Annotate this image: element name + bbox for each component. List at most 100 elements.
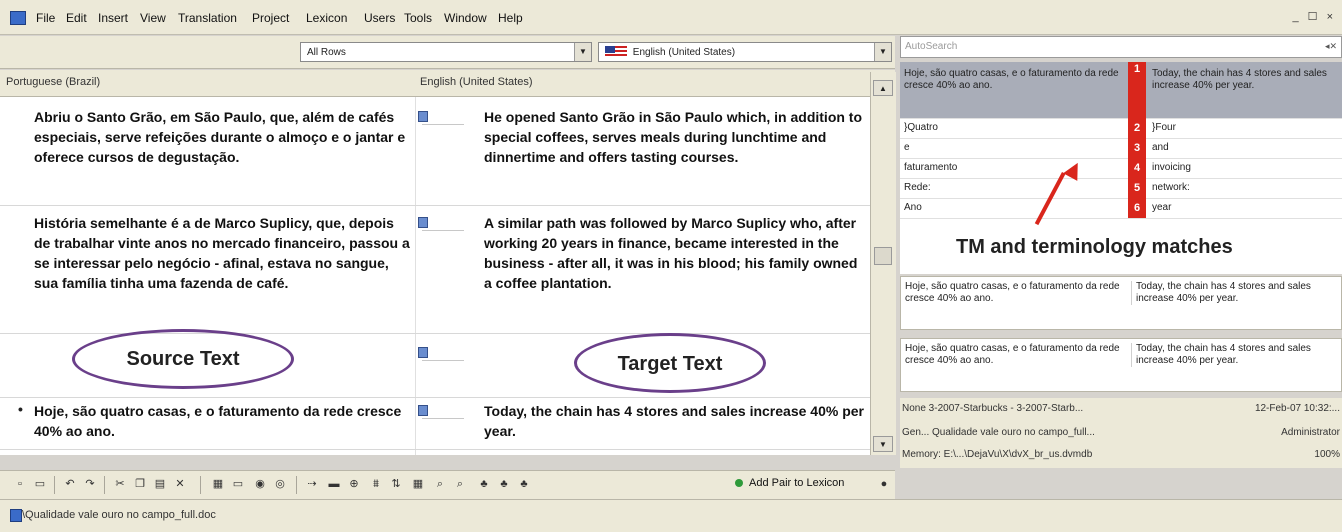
tm-match-row[interactable]: Hoje, são quatro casas, e o faturamento … (900, 62, 1342, 119)
scroll-thumb[interactable] (874, 247, 892, 265)
menu-project[interactable]: Project (252, 11, 289, 25)
current-row-marker: • (18, 401, 23, 417)
close-icon[interactable]: ◂✕ (1325, 41, 1337, 52)
toolbar-separator (104, 476, 105, 494)
autosearch-bar[interactable]: AutoSearch ◂✕ (900, 36, 1342, 58)
menu-lexicon[interactable]: Lexicon (306, 11, 347, 25)
lexicon-edit-icon[interactable]: ♣ (516, 476, 532, 492)
menu-file[interactable]: File (36, 11, 55, 25)
tm-number: 1 (1128, 62, 1146, 118)
concordance-source: Hoje, são quatro casas, e o faturamento … (905, 343, 1120, 366)
info-right: 100% (1314, 449, 1340, 460)
chevron-down-icon[interactable]: ▼ (874, 43, 891, 61)
grid-scrollbar[interactable]: ▲ ▼ (870, 72, 896, 455)
us-flag-icon (605, 46, 627, 59)
grid-icon[interactable]: ▦ (410, 476, 426, 492)
paste-icon[interactable]: ▤ (152, 476, 168, 492)
tm-number: 2 (1128, 118, 1146, 138)
scroll-up-icon[interactable]: ▲ (873, 80, 893, 96)
segment-info-panel: None 3-2007-Starbucks - 3-2007-Starb... … (900, 398, 1342, 468)
zoom-out-icon[interactable]: ⌕ (452, 476, 468, 492)
copy-icon[interactable]: ❐ (132, 476, 148, 492)
rows-filter-select[interactable]: All Rows ▼ (300, 42, 592, 62)
language-select[interactable]: English (United States) ▼ (598, 42, 892, 62)
target-cell[interactable]: A similar path was followed by Marco Sup… (484, 213, 864, 293)
sort-icon[interactable]: ⇅ (388, 476, 404, 492)
add-icon (735, 479, 743, 488)
find-icon[interactable]: ◉ (252, 476, 268, 492)
delete-icon[interactable]: ✕ (172, 476, 188, 492)
tm-source: }Quatro (904, 122, 938, 133)
tm-match-row[interactable]: faturamento 4 invoicing (900, 158, 1342, 179)
tm-match-row[interactable]: e 3 and (900, 138, 1342, 159)
open-icon[interactable]: ▭ (32, 476, 48, 492)
concordance-panel[interactable]: Hoje, são quatro casas, e o faturamento … (900, 276, 1342, 330)
source-cell[interactable]: História semelhante é a de Marco Suplicy… (34, 213, 414, 293)
zoom-in-icon[interactable]: ⌕ (432, 476, 448, 492)
source-text-label: Source Text (126, 348, 240, 370)
target-column-header[interactable]: English (United States) (420, 76, 533, 88)
tm-match-row[interactable]: Rede: 5 network: (900, 178, 1342, 199)
info-left: None 3-2007-Starbucks - 3-2007-Starb... (902, 403, 1084, 414)
undo-icon[interactable]: ↶ (62, 476, 78, 492)
menu-help[interactable]: Help (498, 11, 523, 25)
table-row[interactable]: História semelhante é a de Marco Suplicy… (0, 205, 870, 334)
info-row: None 3-2007-Starbucks - 3-2007-Starb... … (902, 400, 1340, 418)
segment-icon[interactable] (418, 217, 464, 231)
menu-users[interactable]: Users (364, 11, 395, 25)
menu-translation[interactable]: Translation (178, 11, 237, 25)
status-file-path: \Qualidade vale ouro no campo_full.doc (22, 509, 216, 521)
rows-filter-value: All Rows (307, 47, 346, 58)
properties-icon[interactable]: ▦ (210, 476, 226, 492)
merge-icon[interactable]: ⊕ (346, 476, 362, 492)
tm-source: e (904, 142, 910, 153)
folder-icon[interactable]: ▭ (230, 476, 246, 492)
tm-number: 6 (1128, 198, 1146, 218)
new-icon[interactable]: ▫ (12, 476, 28, 492)
menu-view[interactable]: View (140, 11, 166, 25)
segment-icon[interactable] (418, 347, 464, 361)
find-next-icon[interactable]: ◎ (272, 476, 288, 492)
menu-window[interactable]: Window (444, 11, 487, 25)
insert-row-icon[interactable]: ▬ (326, 476, 342, 492)
source-cell[interactable]: Abriu o Santo Grão, em São Paulo, que, a… (34, 107, 414, 167)
tm-match-row[interactable]: }Quatro 2 }Four (900, 118, 1342, 139)
tm-source: Ano (904, 202, 922, 213)
target-cell[interactable]: He opened Santo Grão in São Paulo which,… (484, 107, 864, 167)
app-icon[interactable] (10, 11, 26, 25)
menu-bar: File Edit Insert View Translation Projec… (0, 0, 1342, 35)
pretranslate-icon[interactable]: ⇢ (304, 476, 320, 492)
cut-icon[interactable]: ✂ (112, 476, 128, 492)
info-right: Administrator (1281, 427, 1340, 438)
toolbar-more-icon[interactable]: ● (876, 476, 892, 492)
lexicon-add-icon[interactable]: ♣ (496, 476, 512, 492)
menu-insert[interactable]: Insert (98, 11, 128, 25)
tm-source: Hoje, são quatro casas, e o faturamento … (904, 68, 1119, 91)
window-controls[interactable]: _ ☐ × (1292, 10, 1336, 23)
filter-icon[interactable]: ⩩ (368, 476, 384, 492)
toolbar-separator (296, 476, 297, 494)
tm-source: faturamento (904, 162, 958, 173)
scroll-down-icon[interactable]: ▼ (873, 436, 893, 452)
menu-tools[interactable]: Tools (404, 11, 432, 25)
redo-icon[interactable]: ↷ (82, 476, 98, 492)
target-cell[interactable]: Today, the chain has 4 stores and sales … (484, 401, 864, 441)
chevron-down-icon[interactable]: ▼ (574, 43, 591, 61)
target-text-label: Target Text (617, 353, 723, 375)
source-cell[interactable]: Hoje, são quatro casas, e o faturamento … (34, 401, 414, 441)
table-row[interactable]: • Hoje, são quatro casas, e o faturament… (0, 397, 870, 450)
concordance-target: Today, the chain has 4 stores and sales … (1131, 281, 1342, 305)
segment-icon[interactable] (418, 111, 464, 125)
lexicon-green-icon[interactable]: ♣ (476, 476, 492, 492)
menu-edit[interactable]: Edit (66, 11, 87, 25)
table-row[interactable]: Abriu o Santo Grão, em São Paulo, que, a… (0, 97, 870, 206)
concordance-panel[interactable]: Hoje, são quatro casas, e o faturamento … (900, 338, 1342, 392)
toolbar-separator (54, 476, 55, 494)
document-icon (10, 509, 22, 522)
add-pair-to-lexicon-button[interactable]: Add Pair to Lexicon (735, 477, 844, 489)
tm-match-row[interactable]: Ano 6 year (900, 198, 1342, 219)
segment-icon[interactable] (418, 405, 464, 419)
tm-target: network: (1152, 182, 1190, 193)
source-column-header[interactable]: Portuguese (Brazil) (6, 76, 100, 88)
concordance-source: Hoje, são quatro casas, e o faturamento … (905, 281, 1120, 304)
